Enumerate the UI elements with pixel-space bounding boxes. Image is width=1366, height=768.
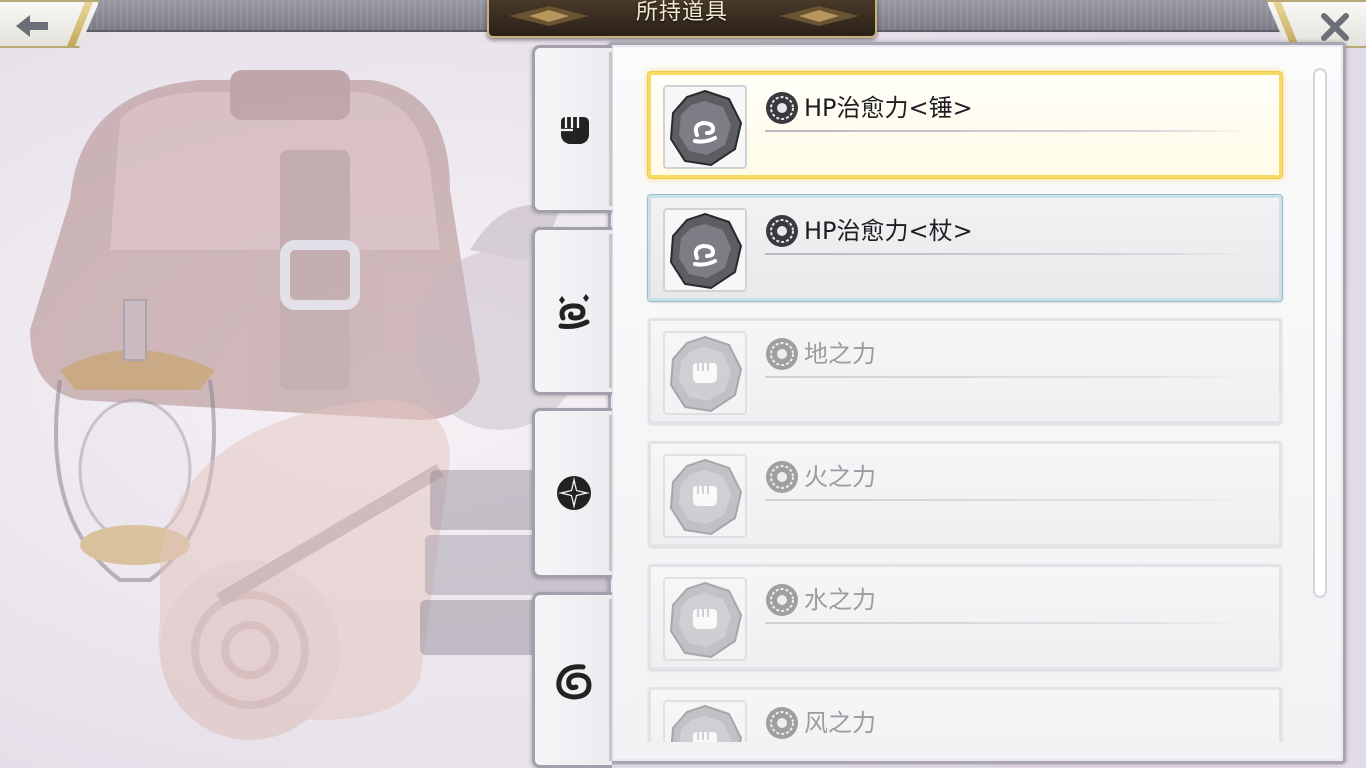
- fist-icon: [561, 117, 589, 144]
- swirl-sparkle-icon: [558, 294, 590, 329]
- item-divider: [765, 253, 1251, 255]
- medal-icon: [766, 461, 798, 493]
- wave-swirl-icon: [556, 664, 592, 700]
- item-list: HP治愈力<锤> HP治愈力<杖> 地之力 火之力 水之力 风之力: [640, 60, 1300, 742]
- close-button[interactable]: [1266, 0, 1366, 48]
- medal-icon: [766, 338, 798, 370]
- list-item[interactable]: 地之力: [648, 318, 1282, 424]
- item-divider: [765, 130, 1251, 132]
- list-item[interactable]: 火之力: [648, 441, 1282, 547]
- item-name: 水之力: [804, 586, 876, 614]
- fist-gem-icon: [669, 335, 743, 413]
- item-icon-frame: [663, 454, 747, 538]
- item-name: HP治愈力<杖>: [804, 217, 973, 245]
- item-divider: [765, 622, 1251, 624]
- swirl-gem-icon: [669, 212, 743, 290]
- fist-gem-icon: [669, 581, 743, 659]
- item-icon-frame: [663, 577, 747, 661]
- close-button-edge: [1273, 2, 1299, 46]
- fist-gem-icon: [670, 704, 743, 742]
- item-divider: [765, 376, 1251, 378]
- item-name: 地之力: [804, 340, 876, 368]
- tab-fist[interactable]: [532, 45, 612, 213]
- page-title: 所持道具: [635, 0, 728, 25]
- item-name: 风之力: [804, 709, 876, 737]
- item-icon-frame: [663, 700, 747, 742]
- medal-icon: [766, 92, 798, 124]
- item-name: 火之力: [804, 463, 876, 491]
- tab-swirl[interactable]: [532, 227, 612, 395]
- item-name: HP治愈力<锤>: [804, 94, 973, 122]
- medal-icon: [766, 584, 798, 616]
- fist-gem-icon: [669, 458, 743, 536]
- item-divider: [765, 499, 1251, 501]
- tab-wave[interactable]: [532, 592, 612, 768]
- medal-icon: [766, 215, 798, 247]
- item-icon-frame: [663, 85, 747, 169]
- tab-compass[interactable]: [532, 408, 612, 578]
- list-item[interactable]: 水之力: [648, 564, 1282, 670]
- item-icon-frame: [663, 208, 747, 292]
- medal-icon: [766, 707, 798, 739]
- scrollbar[interactable]: [1313, 68, 1327, 598]
- item-icon-frame: [663, 331, 747, 415]
- arrow-left-icon: [16, 15, 48, 37]
- close-icon: [1321, 13, 1349, 41]
- title-plate: 所持道具: [487, 0, 877, 38]
- list-item[interactable]: HP治愈力<锤>: [648, 72, 1282, 178]
- swirl-gem-icon: [669, 89, 743, 167]
- back-button[interactable]: [0, 0, 100, 48]
- list-item[interactable]: 风之力: [648, 687, 1282, 742]
- list-item[interactable]: HP治愈力<杖>: [648, 195, 1282, 301]
- back-button-edge: [67, 2, 93, 46]
- compass-star-icon: [557, 476, 591, 510]
